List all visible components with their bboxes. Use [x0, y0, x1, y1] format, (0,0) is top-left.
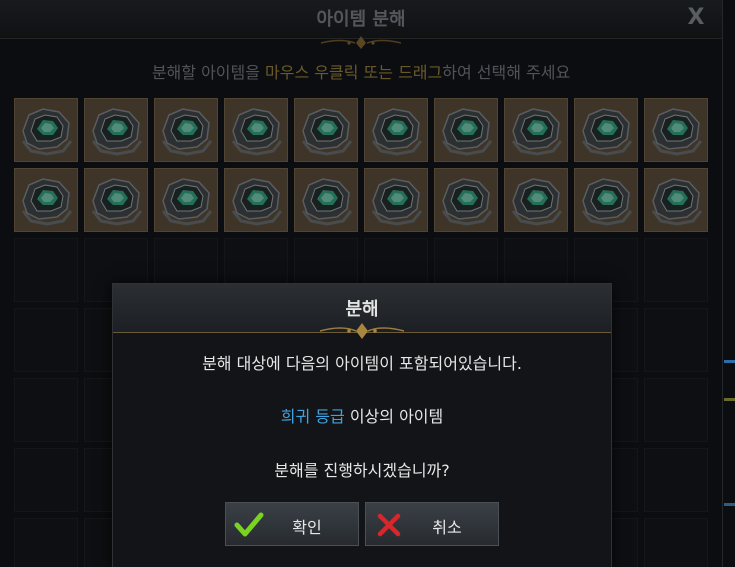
side-panel-edge	[722, 0, 735, 567]
side-marker	[724, 398, 735, 401]
side-marker	[724, 503, 735, 506]
confirm-button[interactable]: 확인	[225, 502, 359, 546]
dialog-message-line1: 분해 대상에 다음의 아이템이 포함되어있습니다.	[202, 354, 522, 373]
disassemble-confirm-dialog: 분해 분해 대상에 다음의 아이템이 포함되어있습니다. 희귀 등급 이상의 아…	[112, 283, 612, 567]
dialog-ornament-icon	[319, 323, 405, 339]
item-disassemble-window: 아이템 분해 X 분해할 아이템을 마우스 우클릭 또는 드래그하여 선택해 주…	[0, 0, 735, 567]
dialog-message-line2: 희귀 등급 이상의 아이템	[113, 403, 611, 427]
dialog-message-line2-rest: 이상의 아이템	[344, 407, 444, 426]
cancel-button-label: 취소	[432, 518, 462, 537]
confirm-button-label: 확인	[292, 518, 322, 537]
dialog-message-line3: 분해를 진행하시겠습니까?	[274, 461, 450, 480]
rarity-label: 희귀 등급	[280, 407, 345, 426]
cancel-button[interactable]: 취소	[365, 502, 499, 546]
side-marker	[724, 360, 735, 363]
dialog-title: 분해	[345, 299, 379, 320]
